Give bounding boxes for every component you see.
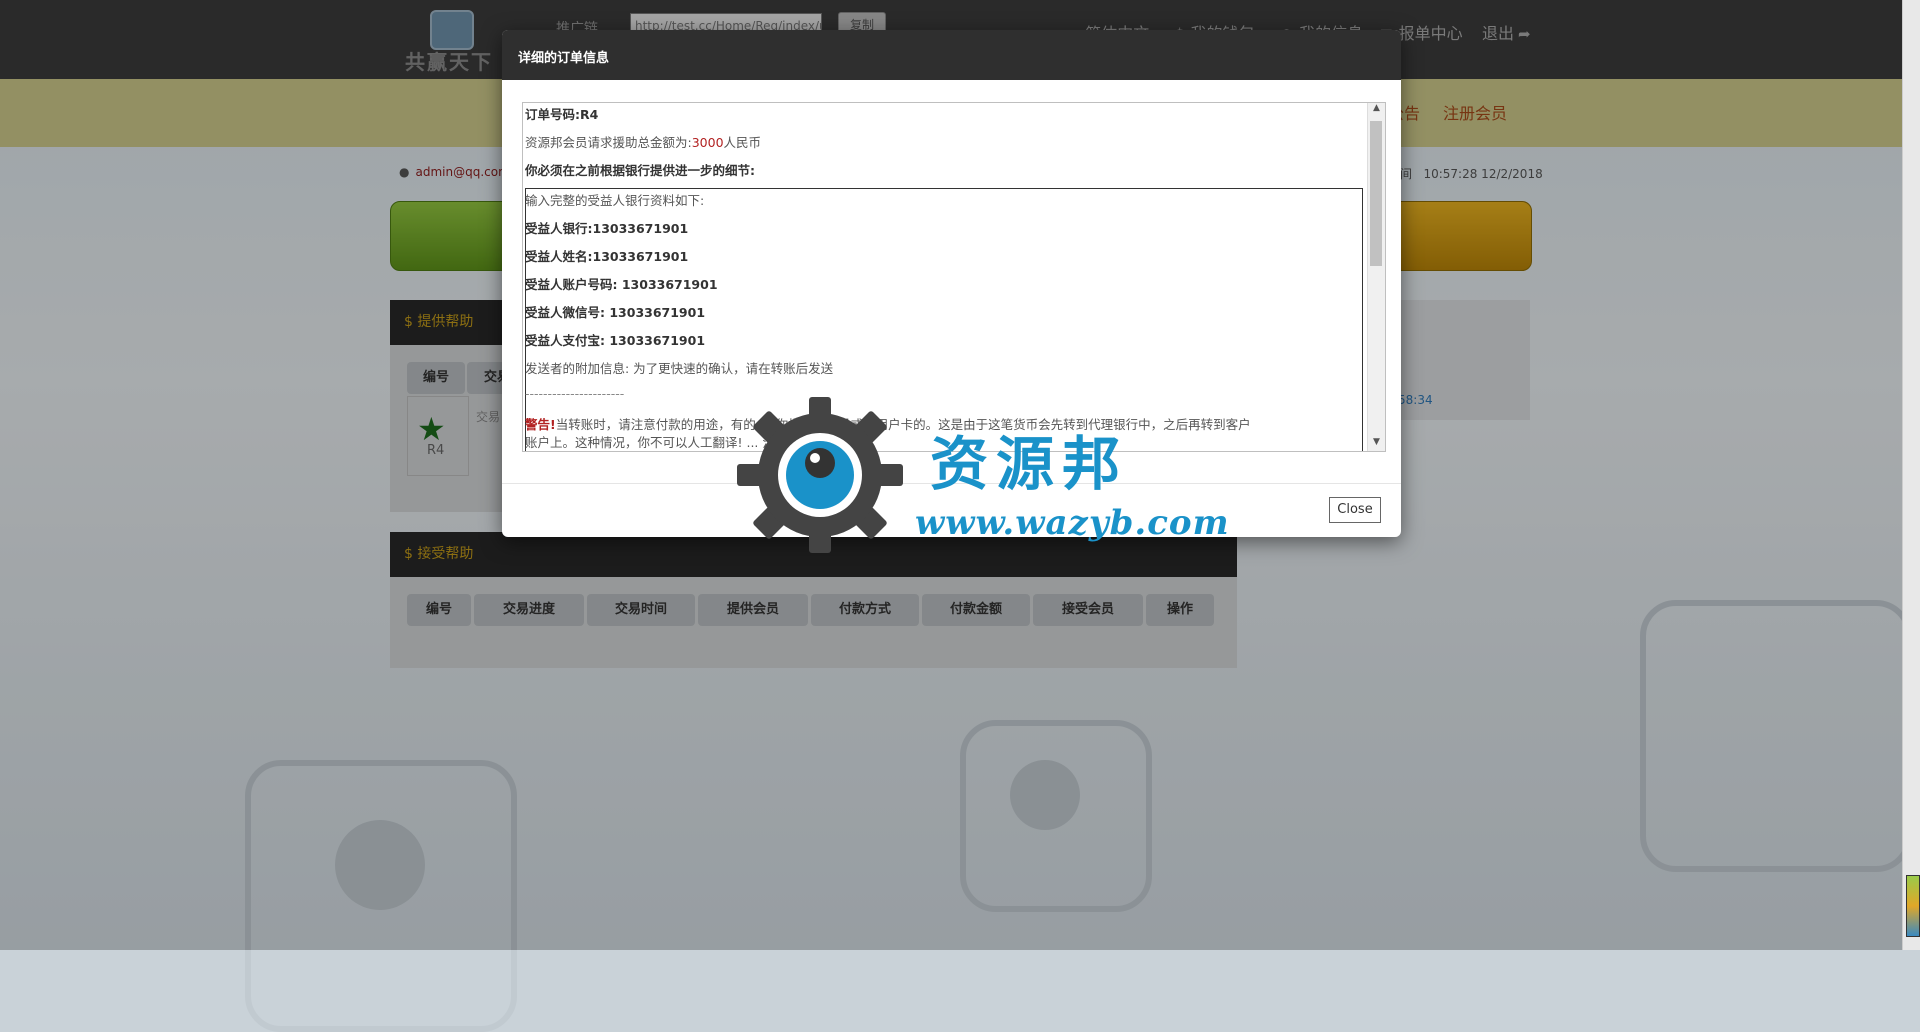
- watermark-url: www.wazyb.com: [915, 503, 1230, 543]
- scroll-up-icon[interactable]: ▲: [1368, 103, 1385, 113]
- scroll-down-icon[interactable]: ▼: [1368, 437, 1385, 447]
- watermark-brand: 资源邦: [930, 430, 1129, 498]
- order-number: 订单号码:R4: [525, 107, 599, 122]
- beneficiary-name: 受益人姓名:13033671901: [525, 249, 689, 264]
- watermark: 资源邦 www.wazyb.com: [735, 395, 1229, 555]
- side-widget: [1906, 875, 1920, 937]
- frame-scrollbar[interactable]: ▲ ▼: [1367, 103, 1385, 451]
- gear-eye-icon: [737, 397, 903, 553]
- beneficiary-account: 受益人账户号码: 13033671901: [525, 277, 718, 292]
- amount-line: 资源邦会员请求援助总金额为:3000人民币: [525, 135, 762, 150]
- modal-title: 详细的订单信息: [518, 51, 610, 66]
- amount-value: 3000: [691, 135, 724, 150]
- instruction-heading: 你必须在之前根据银行提供进一步的细节:: [525, 163, 755, 178]
- separator-line: ----------------------: [525, 386, 625, 401]
- sender-note: 发送者的附加信息: 为了更快速的确认，请在转账后发送: [525, 361, 834, 376]
- page-scrollbar[interactable]: [1902, 0, 1920, 950]
- beneficiary-bank: 受益人银行:13033671901: [525, 221, 689, 236]
- beneficiary-alipay: 受益人支付宝: 13033671901: [525, 333, 706, 348]
- bank-intro: 输入完整的受益人银行资料如下:: [525, 193, 705, 208]
- close-button[interactable]: Close: [1329, 497, 1381, 523]
- beneficiary-wechat: 受益人微信号: 13033671901: [525, 305, 706, 320]
- warning-label: 警告!: [525, 417, 556, 432]
- modal-header: 详细的订单信息: [502, 30, 1401, 80]
- scroll-thumb[interactable]: [1370, 121, 1382, 266]
